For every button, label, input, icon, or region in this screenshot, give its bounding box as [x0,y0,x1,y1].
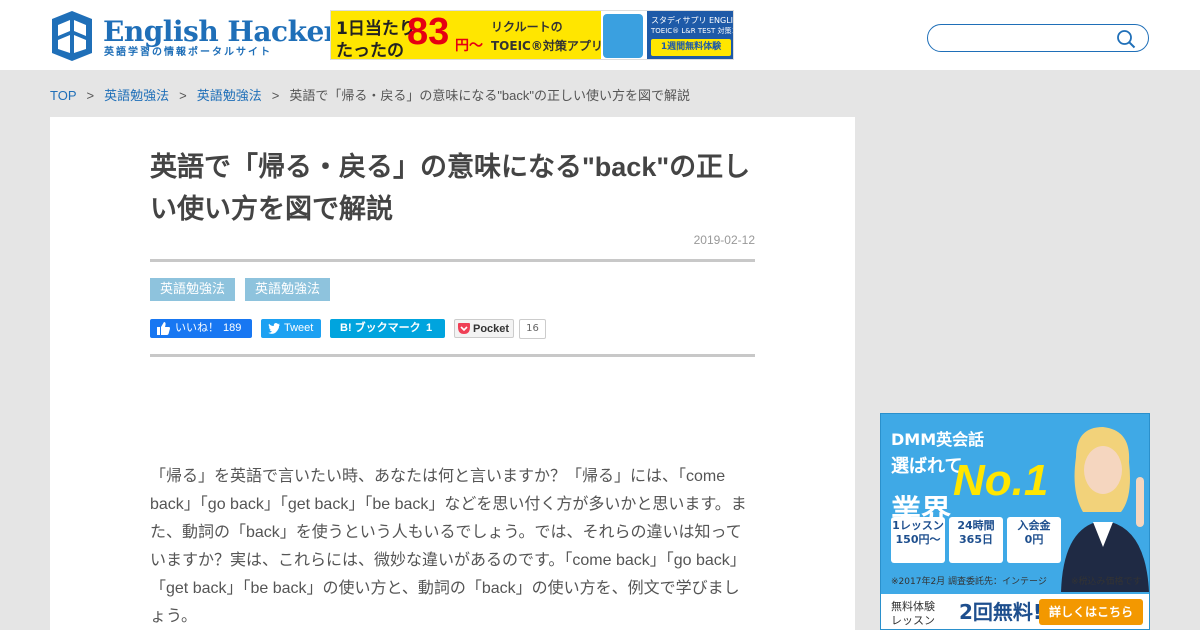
tweet-button[interactable]: Tweet [261,319,321,338]
banner-recruit: リクルートの [491,20,563,34]
pocket-label: Pocket [473,323,510,335]
ad-no1: No.1 [953,456,1049,505]
ad-trial-label: 無料体験 レッスン [891,600,935,627]
ad-fee-box: 入会金 0円 [1007,517,1061,563]
site-header: English Hacker 英語学習の情報ポータルサイト 1日当たり たったの… [0,0,1200,70]
ad-box-value: 0円 [1024,533,1044,546]
hatena-bookmark-button[interactable]: B! ブックマーク 1 [330,319,445,338]
banner-cta: 1週間無料体験 [651,39,731,56]
breadcrumb-subcategory[interactable]: 英語勉強法 [197,88,262,103]
publish-date: 2019-02-12 [693,233,755,247]
banner-price: 83 [407,11,450,53]
ad-subheading: 選ばれて [891,456,963,477]
hatena-label: B! ブックマーク [340,322,421,334]
ad-box-value: 365日 [959,533,993,546]
logo-mark-icon [52,11,92,61]
article-card: 英語で「帰る・戻る」の意味になる"back"の正しい使い方を図で解説 2019-… [50,117,855,630]
ad-hours-box: 24時間 365日 [949,517,1003,563]
article-title: 英語で「帰る・戻る」の意味になる"back"の正しい使い方を図で解説 [150,152,751,224]
ad-box-line: 入会金 [1017,519,1051,532]
logo-subtitle: 英語学習の情報ポータルサイト [104,47,272,58]
banner-toeic: TOEIC®対策アプリ [491,39,603,53]
article-body: 「帰る」を英語で言いたい時、あなたは何と言いますか？「帰る」には、「come b… [150,468,747,625]
ad-details-button[interactable]: 詳しくはこちら [1039,599,1143,625]
breadcrumb: TOP > 英語勉強法 > 英語勉強法 > 英語で「帰る・戻る」の意味になる"back"の正… [50,85,691,103]
banner-brand-area: スタディサプリ ENGLISH TOEIC® L&R TEST 対策コース 1週… [647,11,734,59]
search-box [927,24,1149,52]
breadcrumb-separator: > [179,88,187,103]
ad-free-label: 2回無料! [959,600,1043,624]
divider [150,259,755,262]
tag-item[interactable]: 英語勉強法 [245,278,331,301]
search-icon[interactable] [1116,29,1136,49]
ad-box-value: 150円〜 [895,533,941,546]
breadcrumb-separator: > [86,88,95,103]
breadcrumb-current: 英語で「帰る・戻る」の意味になる"back"の正しい使い方を図で解説 [289,88,691,103]
breadcrumb-separator: > [271,88,280,103]
banner-price-area: 1日当たり たったの 83 円〜 リクルートの TOEIC®対策アプリ [331,11,603,60]
pocket-icon [458,323,470,334]
ad-box-line: 24時間 [957,519,995,532]
banner-yen: 円〜 [455,38,483,54]
top-ad-banner[interactable]: 1日当たり たったの 83 円〜 リクルートの TOEIC®対策アプリ スタディ… [330,10,734,60]
tag-item[interactable]: 英語勉強法 [150,278,236,301]
banner-course: TOEIC® L&R TEST 対策コース [651,27,733,35]
banner-line2: たったの [336,41,404,60]
pocket-button[interactable]: Pocket [454,319,514,338]
ad-note: ※税込み価格です [1071,577,1142,587]
divider [150,354,755,357]
ad-box-line: 1レッスン [892,519,944,532]
breadcrumb-category[interactable]: 英語勉強法 [104,88,169,103]
ad-note: ※2017年2月 調査委託先：インテージ [891,577,1047,587]
ad-cta-area: 無料体験 レッスン 2回無料! 詳しくはこちら [881,594,1149,629]
tweet-label: Tweet [284,322,314,334]
side-ad-banner[interactable]: DMM英会話 選ばれて 業界 No.1 1レッスン 150円〜 24時間 365… [880,413,1150,630]
phone-icon [603,14,643,58]
facebook-like-count: 189 [223,322,242,334]
ad-price-box: 1レッスン 150円〜 [891,517,945,563]
pocket-count: 16 [519,319,546,339]
site-logo[interactable]: English Hacker 英語学習の情報ポータルサイト [50,9,339,61]
ad-person-image [1061,427,1149,592]
banner-brand: スタディサプリ ENGLISH [651,16,734,25]
thumbs-up-icon [157,322,170,335]
facebook-like-label: いいね！ [175,322,219,334]
hatena-count: 1 [426,322,433,334]
ad-brand: DMM英会話 [891,430,985,449]
twitter-bird-icon [268,323,280,334]
tag-list: 英語勉強法 英語勉強法 [150,278,340,301]
search-input[interactable] [940,29,1110,47]
breadcrumb-top[interactable]: TOP [50,88,77,103]
facebook-like-button[interactable]: いいね！ 189 [150,319,252,338]
